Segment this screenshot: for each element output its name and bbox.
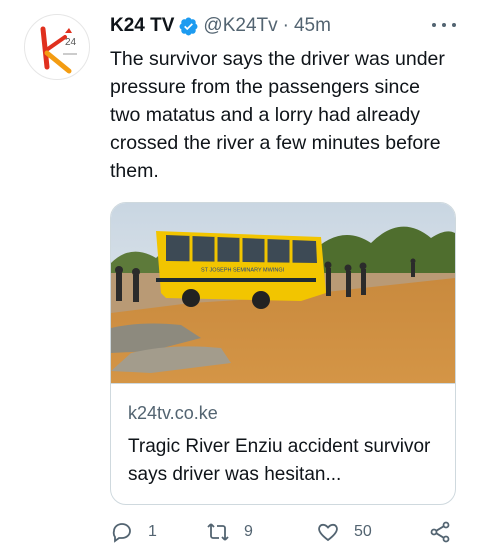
reply-count: 1 [148,523,157,540]
more-options-icon[interactable] [432,15,456,35]
like-count: 50 [354,523,372,540]
tweet-timestamp[interactable]: 45m [294,15,331,37]
tweet-text: The survivor says the driver was under p… [110,48,445,182]
bus-sign-text: ST JOSEPH SEMINARY MWINGI [201,268,285,274]
link-preview-card[interactable]: ST JOSEPH SEMINARY MWINGI k24tv.co.ke Tr… [110,202,456,505]
like-button[interactable]: 50 [316,520,372,544]
card-title: Tragic River Enziu accident survivor say… [128,436,431,485]
k24-logo-icon: 24 [40,26,77,74]
share-button[interactable] [428,520,466,544]
reply-icon [112,523,131,543]
retweet-button[interactable]: 9 [206,520,253,544]
verified-badge-icon [179,17,198,35]
retweet-count: 9 [244,523,253,540]
tweet-actions: 1 9 50 [110,520,460,550]
author-avatar[interactable]: 24 [24,14,90,80]
separator-dot: · [282,15,289,36]
heart-icon [318,523,338,542]
author-handle[interactable]: @K24Tv [203,15,277,37]
card-domain: k24tv.co.ke [128,403,218,423]
bus-in-river-photo: ST JOSEPH SEMINARY MWINGI [111,203,455,384]
tweet-header: K24 TV @K24Tv · 45m [110,12,460,40]
reply-button[interactable]: 1 [110,520,157,544]
retweet-icon [207,523,229,541]
svg-text:24: 24 [65,37,77,48]
share-icon [430,521,450,543]
author-name[interactable]: K24 TV [110,15,174,37]
